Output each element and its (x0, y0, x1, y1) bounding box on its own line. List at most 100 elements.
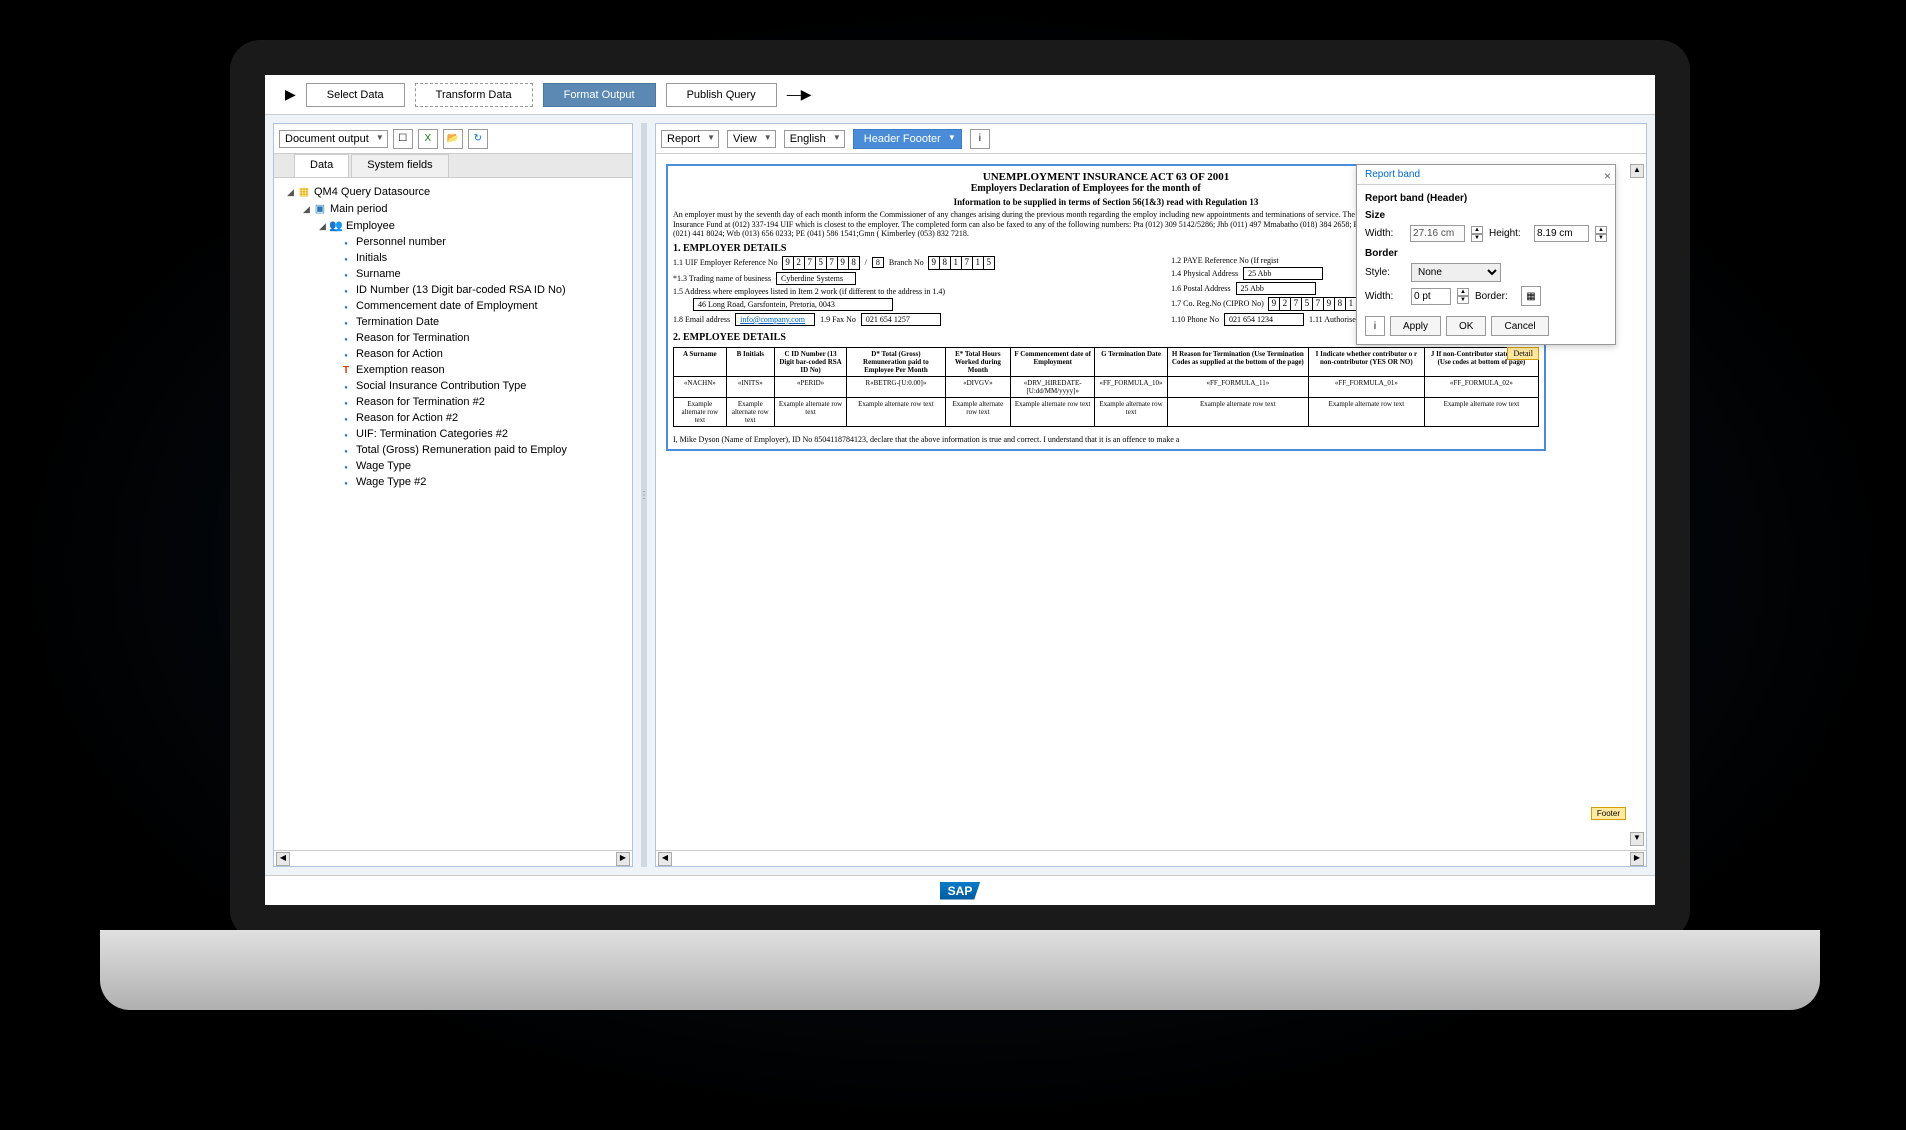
tree-root[interactable]: ◢▦QM4 Query Datasource (279, 183, 627, 200)
width-input (1410, 225, 1465, 242)
addr-14[interactable]: 25 Abb (1243, 267, 1323, 280)
label-13: *1.3 Trading name of business (673, 274, 771, 283)
excel-icon[interactable]: X (418, 129, 438, 149)
branch-boxes[interactable]: 981715 (929, 256, 995, 270)
vscroll-down-icon[interactable]: ▼ (1630, 832, 1644, 846)
addr-16[interactable]: 25 Abb (1236, 282, 1316, 295)
tree-employee[interactable]: ◢👥Employee (279, 217, 627, 234)
width-spinner[interactable]: ▲▼ (1471, 226, 1483, 242)
apply-button[interactable]: Apply (1390, 316, 1441, 336)
tree-field[interactable]: ●Wage Type #2 (279, 474, 627, 490)
width-label: Width: (1365, 228, 1404, 239)
tree-period[interactable]: ◢▣Main period (279, 200, 627, 217)
hscroll-right-icon[interactable]: ▶ (616, 852, 630, 866)
tree-field[interactable]: ●Wage Type (279, 458, 627, 474)
tree-field[interactable]: ●Termination Date (279, 314, 627, 330)
border-label: Border: (1475, 291, 1515, 302)
phone-field[interactable]: 021 654 1234 (1224, 313, 1304, 326)
report-band-panel: × Report band Report band (Header) Size … (1356, 164, 1616, 345)
th-f: F Commencement date of Employment (1011, 347, 1095, 376)
label-15: 1.5 Address where employees listed in It… (673, 287, 945, 296)
right-vscroll[interactable]: ▲ ▼ (1630, 164, 1644, 846)
label-17: 1.7 Co. Reg.No (CIPRO No) (1171, 299, 1264, 308)
left-hscroll[interactable]: ◀ ▶ (274, 850, 632, 866)
table-row[interactable]: Example alternate row textExample altern… (674, 397, 1539, 426)
wizard-step-transform[interactable]: Transform Data (415, 83, 533, 107)
view-dropdown[interactable]: View (727, 130, 776, 148)
tree-field[interactable]: ●Personnel number (279, 234, 627, 250)
props-header: Report band (Header) (1365, 193, 1607, 204)
email-field[interactable]: info@company.com (735, 313, 815, 326)
height-input[interactable] (1534, 225, 1589, 242)
right-hscroll[interactable]: ◀ ▶ (656, 850, 1646, 866)
close-icon[interactable]: × (1604, 169, 1611, 183)
tree-field[interactable]: ●Surname (279, 266, 627, 282)
label-18: 1.8 Email address (673, 315, 730, 324)
tree-field[interactable]: ●Total (Gross) Remuneration paid to Empl… (279, 442, 627, 458)
label-12: 1.2 PAYE Reference No (If regist (1171, 256, 1278, 265)
tree-field[interactable]: ●ID Number (13 Digit bar-coded RSA ID No… (279, 282, 627, 298)
tree-field[interactable]: ●Reason for Action (279, 346, 627, 362)
addr-15[interactable]: 46 Long Road, Garsfontein, Pretoria, 004… (693, 298, 893, 311)
tree-field[interactable]: ●Initials (279, 250, 627, 266)
info-icon[interactable]: i (970, 129, 990, 149)
wizard-step-format[interactable]: Format Output (543, 83, 656, 107)
table-row[interactable]: «NACHN»«INITS»«PERID»R«BETRG-[U:0.00]»«D… (674, 376, 1539, 397)
th-h: H Reason for Termination (Use Terminatio… (1167, 347, 1308, 376)
fax-field[interactable]: 021 654 1257 (861, 313, 941, 326)
th-g: G Termination Date (1095, 347, 1168, 376)
tree-field[interactable]: TExemption reason (279, 362, 627, 378)
footer-bar: SAP (265, 875, 1655, 905)
lang-dropdown[interactable]: English (784, 130, 845, 148)
tree-field[interactable]: ●Reason for Termination (279, 330, 627, 346)
label-branch: Branch No (889, 258, 924, 267)
refresh-icon[interactable]: ↻ (468, 129, 488, 149)
style-select[interactable]: None (1411, 263, 1501, 282)
hscroll-left-icon[interactable]: ◀ (276, 852, 290, 866)
props-size-label: Size (1365, 210, 1607, 221)
tree-field[interactable]: ●Reason for Termination #2 (279, 394, 627, 410)
label-16: 1.6 Postal Address (1171, 284, 1230, 293)
bwidth-input[interactable] (1411, 288, 1451, 305)
height-spinner[interactable]: ▲▼ (1595, 226, 1607, 242)
props-info-icon[interactable]: i (1365, 316, 1385, 336)
cancel-button[interactable]: Cancel (1491, 316, 1548, 336)
vscroll-up-icon[interactable]: ▲ (1630, 164, 1644, 178)
output-type-dropdown[interactable]: Document output (279, 130, 388, 148)
th-a: A Surname (674, 347, 727, 376)
new-sheet-icon[interactable]: ☐ (393, 129, 413, 149)
splitter[interactable]: ⋮ (641, 123, 647, 867)
label-19: 1.9 Fax No (820, 315, 856, 324)
field-tree[interactable]: ◢▦QM4 Query Datasource ◢▣Main period ◢👥E… (274, 178, 632, 850)
tree-field[interactable]: ●UIF: Termination Categories #2 (279, 426, 627, 442)
wizard-arrow-right: —▶ (787, 86, 812, 103)
trading-name[interactable]: Cyberdine Systems (776, 272, 856, 285)
hscroll-left-icon[interactable]: ◀ (658, 852, 672, 866)
bwidth-spinner[interactable]: ▲▼ (1457, 288, 1469, 304)
tree-tabs: Data System fields (274, 154, 632, 178)
employee-table: A Surname B Initials C ID Number (13 Dig… (673, 347, 1539, 427)
report-dropdown[interactable]: Report (661, 130, 719, 148)
detail-badge: Detail (1507, 347, 1539, 360)
declaration-text: I, Mike Dyson (Name of Employer), ID No … (673, 435, 1539, 444)
wizard-step-select[interactable]: Select Data (306, 83, 405, 107)
tree-field[interactable]: ●Commencement date of Employment (279, 298, 627, 314)
left-toolbar: Document output ☐ X 📂 ↻ (274, 124, 632, 154)
wizard-step-publish[interactable]: Publish Query (666, 83, 777, 107)
props-tab[interactable]: Report band (1357, 165, 1615, 185)
open-icon[interactable]: 📂 (443, 129, 463, 149)
right-toolbar: Report View English Header Foooter i (656, 124, 1646, 154)
height-label: Height: (1489, 228, 1528, 239)
th-c: C ID Number (13 Digit bar-coded RSA ID N… (774, 347, 846, 376)
border-picker-icon[interactable]: ▦ (1521, 286, 1541, 306)
uif-ref-boxes[interactable]: 9275798 (783, 256, 860, 270)
tab-system-fields[interactable]: System fields (351, 154, 448, 177)
right-panel: Report View English Header Foooter i UNE… (655, 123, 1647, 867)
ok-button[interactable]: OK (1446, 316, 1486, 336)
label-11: 1.1 UIF Employer Reference No (673, 258, 778, 267)
tree-field[interactable]: ●Social Insurance Contribution Type (279, 378, 627, 394)
hscroll-right-icon[interactable]: ▶ (1630, 852, 1644, 866)
tab-data[interactable]: Data (294, 154, 349, 177)
header-footer-button[interactable]: Header Foooter (853, 129, 962, 149)
tree-field[interactable]: ●Reason for Action #2 (279, 410, 627, 426)
